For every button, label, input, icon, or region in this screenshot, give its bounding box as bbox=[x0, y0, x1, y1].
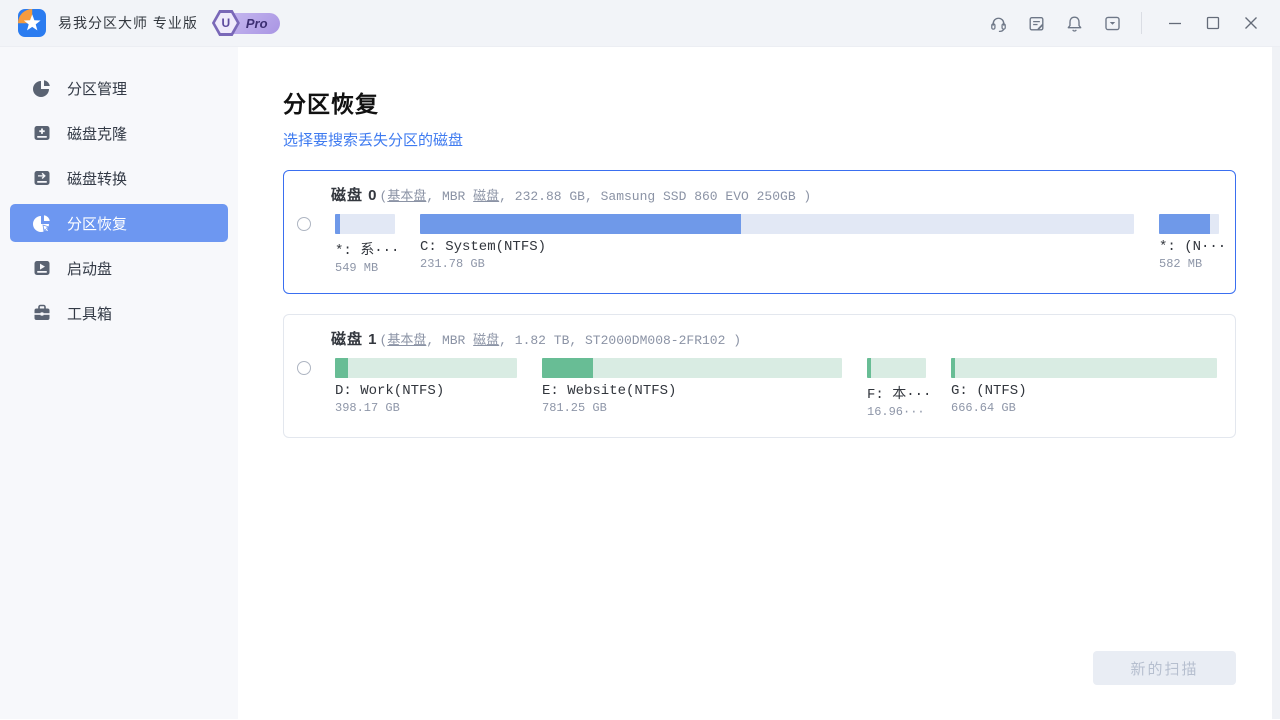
feedback-note-icon bbox=[1026, 13, 1047, 34]
partition-used-fill bbox=[1159, 214, 1210, 234]
disk-clone-icon bbox=[32, 123, 52, 143]
partition-bar bbox=[867, 358, 926, 378]
sidebar-item-partition-manager[interactable]: 分区管理 bbox=[10, 69, 228, 107]
app-title: 易我分区大师 专业版 bbox=[58, 13, 198, 33]
dropdown-box-icon bbox=[1102, 13, 1123, 34]
close-icon bbox=[1241, 13, 1261, 33]
headset-icon bbox=[988, 13, 1009, 34]
partition-size: 549 MB bbox=[335, 261, 395, 275]
partition-block[interactable]: G: (NTFS) 666.64 GB bbox=[951, 358, 1217, 419]
new-scan-button[interactable]: 新的扫描 bbox=[1093, 651, 1236, 685]
sidebar-item-partition-recovery[interactable]: 分区恢复 bbox=[10, 204, 228, 242]
partition-used-fill bbox=[542, 358, 593, 378]
sidebar-item-toolbox[interactable]: 工具箱 bbox=[10, 294, 228, 332]
disk-header: 磁盘 1 (基本盘, MBR 磁盘, 1.82 TB, ST2000DM008-… bbox=[284, 328, 1219, 349]
disk-header: 磁盘 0 (基本盘, MBR 磁盘, 232.88 GB, Samsung SS… bbox=[284, 184, 1219, 205]
partition-bar bbox=[420, 214, 1134, 234]
partition-label: E: Website(NTFS) bbox=[542, 383, 842, 399]
maximize-icon bbox=[1203, 13, 1223, 33]
partition-block[interactable]: *: 系··· 549 MB bbox=[335, 214, 395, 275]
partition-bar bbox=[951, 358, 1217, 378]
partition-size: 398.17 GB bbox=[335, 401, 517, 415]
partition-block[interactable]: C: System(NTFS) 231.78 GB bbox=[420, 214, 1134, 275]
disk-name: 磁盘 0 bbox=[331, 184, 378, 205]
sidebar: 分区管理 磁盘克隆 磁盘转换 bbox=[0, 47, 238, 719]
sidebar-item-label: 工具箱 bbox=[67, 303, 112, 324]
partition-label: G: (NTFS) bbox=[951, 383, 1217, 399]
sidebar-item-label: 磁盘转换 bbox=[67, 168, 127, 189]
feedback-button[interactable] bbox=[1021, 8, 1051, 38]
partition-used-fill bbox=[867, 358, 871, 378]
maximize-button[interactable] bbox=[1198, 8, 1228, 38]
partition-used-fill bbox=[335, 358, 348, 378]
partition-used-fill bbox=[335, 214, 340, 234]
partition-map: D: Work(NTFS) 398.17 GB E: Website(NTFS)… bbox=[335, 358, 1219, 419]
partition-size: 666.64 GB bbox=[951, 401, 1217, 415]
partition-block[interactable]: D: Work(NTFS) 398.17 GB bbox=[335, 358, 517, 419]
pie-chart-icon bbox=[32, 78, 52, 98]
partition-size: 231.78 GB bbox=[420, 257, 1134, 271]
scrollbar-track[interactable] bbox=[1272, 47, 1280, 719]
partition-label: F: 本··· bbox=[867, 383, 926, 403]
sidebar-item-label: 分区管理 bbox=[67, 78, 127, 99]
minimize-icon bbox=[1165, 13, 1185, 33]
disk-details: (基本盘, MBR 磁盘, 1.82 TB, ST2000DM008-2FR10… bbox=[380, 329, 742, 348]
close-button[interactable] bbox=[1236, 8, 1266, 38]
pro-badge: U Pro bbox=[212, 10, 280, 36]
toolbox-icon bbox=[32, 303, 52, 323]
page-subtitle: 选择要搜索丢失分区的磁盘 bbox=[283, 129, 1236, 150]
disk-card-1[interactable]: 磁盘 1 (基本盘, MBR 磁盘, 1.82 TB, ST2000DM008-… bbox=[283, 314, 1236, 438]
sidebar-item-disk-clone[interactable]: 磁盘克隆 bbox=[10, 114, 228, 152]
partition-size: 582 MB bbox=[1159, 257, 1219, 271]
partition-map: *: 系··· 549 MB C: System(NTFS) 231.78 GB… bbox=[335, 214, 1219, 275]
partition-bar bbox=[542, 358, 842, 378]
notifications-button[interactable] bbox=[1059, 8, 1089, 38]
partition-block[interactable]: E: Website(NTFS) 781.25 GB bbox=[542, 358, 842, 419]
partition-label: *: 系··· bbox=[335, 239, 395, 259]
partition-label: D: Work(NTFS) bbox=[335, 383, 517, 399]
partition-recovery-icon bbox=[32, 213, 52, 233]
minimize-button[interactable] bbox=[1160, 8, 1190, 38]
disk-convert-icon bbox=[32, 168, 52, 188]
partition-used-fill bbox=[420, 214, 741, 234]
disk-radio-0[interactable] bbox=[297, 217, 311, 231]
app-logo-icon bbox=[18, 9, 46, 37]
partition-bar bbox=[1159, 214, 1219, 234]
disk-card-0[interactable]: 磁盘 0 (基本盘, MBR 磁盘, 232.88 GB, Samsung SS… bbox=[283, 170, 1236, 294]
sidebar-item-label: 磁盘克隆 bbox=[67, 123, 127, 144]
main-content: 分区恢复 选择要搜索丢失分区的磁盘 磁盘 0 (基本盘, MBR 磁盘, 232… bbox=[238, 47, 1280, 719]
sidebar-item-label: 分区恢复 bbox=[67, 213, 127, 234]
partition-bar bbox=[335, 358, 517, 378]
partition-block[interactable]: *: (N··· 582 MB bbox=[1159, 214, 1219, 275]
support-button[interactable] bbox=[983, 8, 1013, 38]
partition-label: C: System(NTFS) bbox=[420, 239, 1134, 255]
sidebar-item-label: 启动盘 bbox=[67, 258, 112, 279]
disk-radio-1[interactable] bbox=[297, 361, 311, 375]
partition-label: *: (N··· bbox=[1159, 239, 1219, 255]
disk-details: (基本盘, MBR 磁盘, 232.88 GB, Samsung SSD 860… bbox=[380, 185, 812, 204]
disk-name: 磁盘 1 bbox=[331, 328, 378, 349]
partition-size: 781.25 GB bbox=[542, 401, 842, 415]
sidebar-item-bootable-media[interactable]: 启动盘 bbox=[10, 249, 228, 287]
sidebar-item-disk-convert[interactable]: 磁盘转换 bbox=[10, 159, 228, 197]
titlebar-divider bbox=[1141, 12, 1142, 34]
partition-size: 16.96··· bbox=[867, 405, 926, 419]
bootable-disk-icon bbox=[32, 258, 52, 278]
menu-button[interactable] bbox=[1097, 8, 1127, 38]
titlebar: 易我分区大师 专业版 U Pro bbox=[0, 0, 1280, 47]
partition-bar bbox=[335, 214, 395, 234]
partition-block[interactable]: F: 本··· 16.96··· bbox=[867, 358, 926, 419]
page-title: 分区恢复 bbox=[283, 85, 1236, 119]
partition-used-fill bbox=[951, 358, 955, 378]
bell-icon bbox=[1064, 13, 1085, 34]
